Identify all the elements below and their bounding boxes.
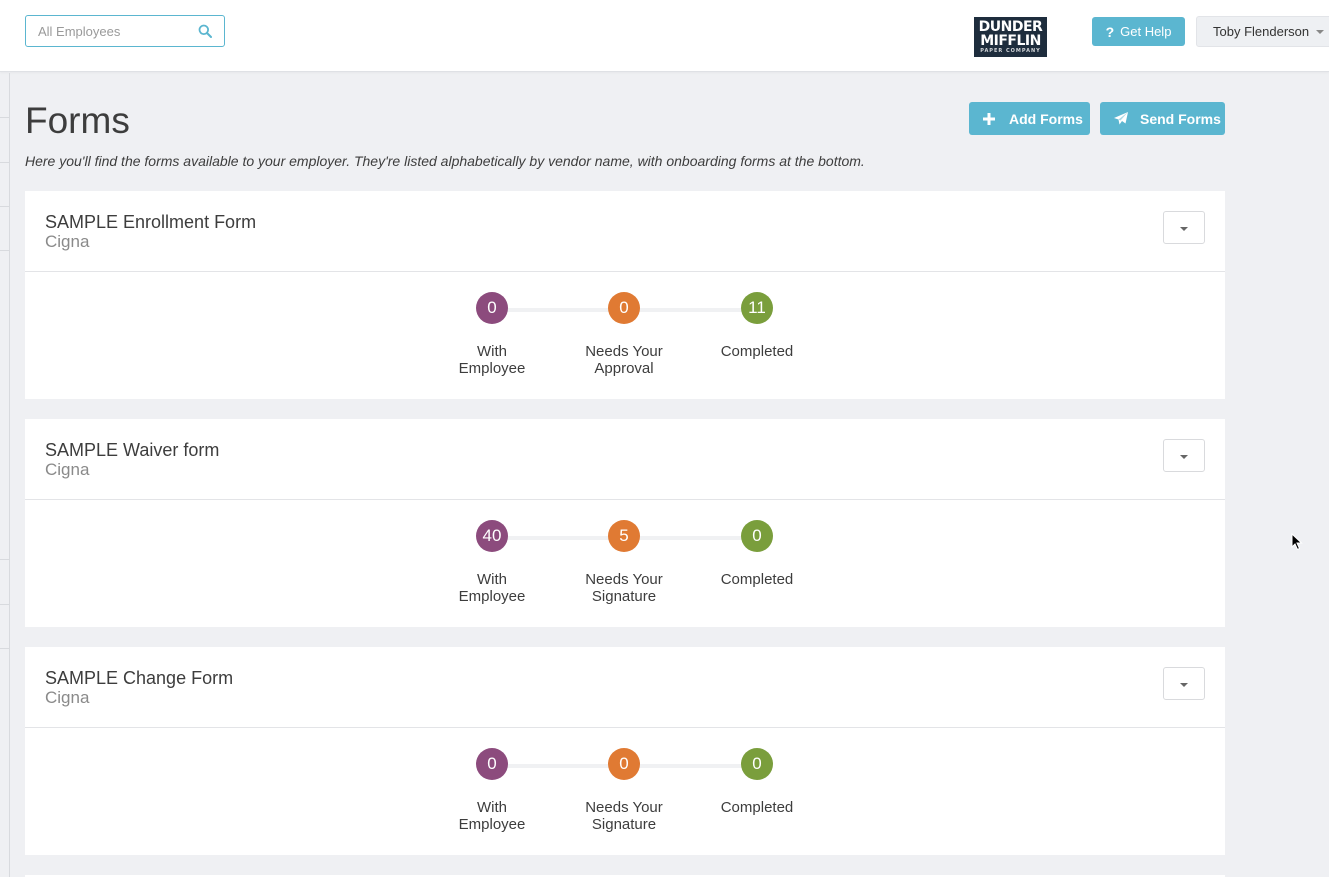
page-description: Here you'll find the forms available to … xyxy=(25,153,865,169)
form-vendor: Cigna xyxy=(45,460,90,479)
form-actions-dropdown[interactable] xyxy=(1163,439,1205,472)
status-with-employee[interactable]: 0 With Employee xyxy=(427,748,557,833)
status-label: With Employee xyxy=(427,571,557,605)
form-actions-dropdown[interactable] xyxy=(1163,211,1205,244)
form-status-steps: 0 With Employee 0 Needs Your Approval 11 C… xyxy=(25,272,1225,399)
sidebar-divider xyxy=(0,117,10,118)
user-menu-button[interactable]: Toby Flenderson xyxy=(1196,16,1329,47)
send-forms-button[interactable]: Send Forms xyxy=(1100,102,1225,135)
sidebar-divider xyxy=(0,206,10,207)
form-actions-dropdown[interactable] xyxy=(1163,667,1205,700)
chevron-down-icon xyxy=(1316,30,1324,34)
plus-icon xyxy=(983,112,995,125)
form-title[interactable]: SAMPLE Enrollment Form xyxy=(45,212,256,233)
status-needs-signature[interactable]: 5 Needs Your Signature xyxy=(559,520,689,605)
status-count: 0 xyxy=(608,748,640,780)
form-status-steps: 40 With Employee 5 Needs Your Signature 0 … xyxy=(25,500,1225,627)
status-label-line: Approval xyxy=(594,360,654,377)
status-count: 0 xyxy=(476,292,508,324)
form-card: SAMPLE Change Form Cigna 0 With Employee … xyxy=(25,647,1225,855)
status-label: With Employee xyxy=(427,343,557,377)
logo-line-3: PAPER COMPANY xyxy=(980,48,1041,54)
send-forms-label: Send Forms xyxy=(1140,110,1221,127)
sidebar-divider xyxy=(0,559,10,560)
status-needs-signature[interactable]: 0 Needs Your Signature xyxy=(559,748,689,833)
collapsed-sidebar xyxy=(0,73,10,877)
status-completed[interactable]: 0 Completed xyxy=(692,520,822,588)
logo-line-2: MIFFLIN xyxy=(980,33,1041,49)
status-label: With Employee xyxy=(427,799,557,833)
form-card-header: SAMPLE Change Form Cigna xyxy=(25,647,1225,728)
status-needs-approval[interactable]: 0 Needs Your Approval xyxy=(559,292,689,377)
sidebar-divider xyxy=(0,648,10,649)
add-forms-button[interactable]: Add Forms xyxy=(969,102,1090,135)
form-title[interactable]: SAMPLE Change Form xyxy=(45,668,233,689)
status-label-line: Completed xyxy=(720,571,794,588)
status-count: 0 xyxy=(608,292,640,324)
status-label-line: Employee xyxy=(458,816,526,833)
status-completed[interactable]: 11 Completed xyxy=(692,292,822,360)
status-with-employee[interactable]: 0 With Employee xyxy=(427,292,557,377)
status-label-line: Completed xyxy=(720,343,794,360)
top-bar: DUNDER MIFFLIN PAPER COMPANY ? Get Help … xyxy=(0,0,1329,72)
company-logo[interactable]: DUNDER MIFFLIN PAPER COMPANY xyxy=(974,17,1047,57)
page-title: Forms xyxy=(25,100,130,141)
status-label: Needs Your Signature xyxy=(559,799,689,833)
get-help-button[interactable]: ? Get Help xyxy=(1092,17,1185,46)
status-label-line: Employee xyxy=(458,588,526,605)
status-count: 11 xyxy=(741,292,773,324)
status-label-line: With xyxy=(477,343,507,360)
form-status-steps: 0 With Employee 0 Needs Your Signature 0 C… xyxy=(25,728,1225,855)
status-count: 40 xyxy=(476,520,508,552)
status-label-line: With xyxy=(477,799,507,816)
caret-down-icon xyxy=(1180,683,1188,687)
status-label-line: Employee xyxy=(458,360,526,377)
status-label-line: Signature xyxy=(591,588,657,605)
status-label: Completed xyxy=(692,799,822,816)
search-input[interactable] xyxy=(26,16,186,46)
caret-down-icon xyxy=(1180,227,1188,231)
status-label-line: Signature xyxy=(591,816,657,833)
logo-line-1: DUNDER xyxy=(978,19,1043,35)
sidebar-edge xyxy=(9,73,10,877)
sidebar-divider xyxy=(0,162,10,163)
user-name: Toby Flenderson xyxy=(1213,24,1310,39)
form-title[interactable]: SAMPLE Waiver form xyxy=(45,440,219,461)
status-label: Completed xyxy=(692,343,822,360)
status-completed[interactable]: 0 Completed xyxy=(692,748,822,816)
employee-search[interactable] xyxy=(25,15,225,47)
form-vendor: Cigna xyxy=(45,688,90,707)
get-help-label: Get Help xyxy=(1120,24,1172,39)
status-label: Needs Your Approval xyxy=(559,343,689,377)
status-count: 0 xyxy=(476,748,508,780)
search-icon[interactable] xyxy=(198,24,212,38)
status-label-line: With xyxy=(477,571,507,588)
status-label-line: Completed xyxy=(720,799,794,816)
status-label: Completed xyxy=(692,571,822,588)
status-with-employee[interactable]: 40 With Employee xyxy=(427,520,557,605)
sidebar-divider xyxy=(0,250,10,251)
status-label-line: Needs Your xyxy=(585,799,663,816)
question-icon: ? xyxy=(1105,23,1115,40)
status-count: 5 xyxy=(608,520,640,552)
caret-down-icon xyxy=(1180,455,1188,459)
paper-plane-icon xyxy=(1114,112,1128,125)
status-count: 0 xyxy=(741,520,773,552)
status-label: Needs Your Signature xyxy=(559,571,689,605)
form-card-header: SAMPLE Waiver form Cigna xyxy=(25,419,1225,500)
form-card: SAMPLE Waiver form Cigna 40 With Employee… xyxy=(25,419,1225,627)
status-count: 0 xyxy=(741,748,773,780)
status-label-line: Needs Your xyxy=(585,343,663,360)
form-card: SAMPLE Enrollment Form Cigna 0 With Emplo… xyxy=(25,191,1225,399)
status-label-line: Needs Your xyxy=(585,571,663,588)
form-card-header: SAMPLE Enrollment Form Cigna xyxy=(25,191,1225,272)
mouse-cursor-icon xyxy=(1291,533,1303,551)
add-forms-label: Add Forms xyxy=(1009,110,1083,127)
sidebar-divider xyxy=(0,604,10,605)
form-vendor: Cigna xyxy=(45,232,90,251)
